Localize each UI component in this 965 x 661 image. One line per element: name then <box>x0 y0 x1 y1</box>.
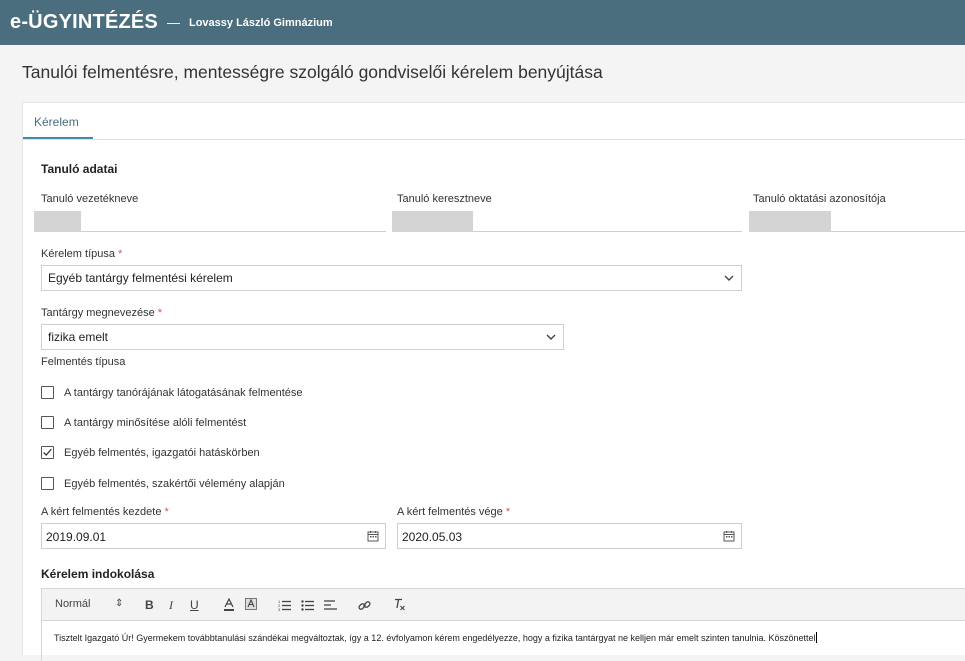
checkbox[interactable] <box>41 386 54 399</box>
start-date-value: 2019.09.01 <box>46 530 107 544</box>
required-mark: * <box>164 506 169 518</box>
start-date-input[interactable]: 2019.09.01 <box>41 523 386 549</box>
request-type-label-text: Kérelem típusa <box>41 248 115 260</box>
ordered-list-icon[interactable]: 123 <box>278 599 291 611</box>
tab-kerelem[interactable]: Kérelem <box>23 103 93 139</box>
app-header: e-ÜGYINTÉZÉS — Lovassy László Gimnázium <box>0 0 965 45</box>
clear-format-icon[interactable] <box>393 598 406 611</box>
first-name-field[interactable] <box>392 209 742 232</box>
checkbox-checked[interactable] <box>41 446 54 459</box>
exemption-option-label: A tantárgy minősítése alóli felmentést <box>64 416 247 429</box>
chevron-down-icon <box>546 334 556 340</box>
student-section-title: Tanuló adatai <box>41 162 118 176</box>
subject-label-text: Tantárgy megnevezése <box>41 307 155 319</box>
text-caret <box>815 632 817 643</box>
end-date-label: A kért felmentés vége * <box>397 506 510 518</box>
checkbox[interactable] <box>41 416 54 429</box>
italic-icon[interactable]: I <box>169 598 173 613</box>
background-color-icon[interactable] <box>245 598 257 611</box>
format-select[interactable]: Normál <box>55 598 90 610</box>
header-separator: — <box>166 15 180 30</box>
exemption-option-label: A tantárgy tanórájának látogatásának fel… <box>64 386 303 399</box>
subject-label: Tantárgy megnevezése * <box>41 307 162 319</box>
exemption-option-principal[interactable]: Egyéb felmentés, igazgatói hatáskörben <box>41 446 260 459</box>
form-card: Kérelem Tanuló adatai Tanuló vezetékneve… <box>22 102 965 661</box>
align-left-icon[interactable] <box>324 599 337 611</box>
first-name-label: Tanuló keresztneve <box>397 193 492 205</box>
start-date-label-text: A kért felmentés kezdete <box>41 506 162 518</box>
chevron-down-icon <box>724 275 734 281</box>
check-icon <box>43 448 52 456</box>
exemption-type-label: Felmentés típusa <box>41 356 126 368</box>
last-name-label: Tanuló vezetékneve <box>41 193 139 205</box>
page-title: Tanulói felmentésre, mentességre szolgál… <box>22 62 603 82</box>
start-date-label: A kért felmentés kezdete * <box>41 506 169 518</box>
required-mark: * <box>157 307 163 319</box>
app-brand[interactable]: e-ÜGYINTÉZÉS <box>10 11 158 34</box>
exemption-option-expert[interactable]: Egyéb felmentés, szakértői vélemény alap… <box>41 477 285 490</box>
link-icon[interactable] <box>358 599 371 612</box>
subject-value: fizika emelt <box>48 330 109 344</box>
education-id-label: Tanuló oktatási azonosítója <box>753 193 886 205</box>
required-mark: * <box>505 506 511 518</box>
text-color-icon[interactable] <box>223 598 235 611</box>
request-type-value: Egyéb tantárgy felmentési kérelem <box>48 271 233 285</box>
editor-toolbar: Normál ⇕ B I U 123 <box>41 588 965 621</box>
exemption-option-grading[interactable]: A tantárgy minősítése alóli felmentést <box>41 416 246 429</box>
justification-text: Tisztelt Igazgató Úr! Gyermekem továbbta… <box>54 633 816 643</box>
required-mark: * <box>118 248 123 260</box>
calendar-icon[interactable] <box>367 530 379 542</box>
end-date-input[interactable]: 2020.05.03 <box>397 523 742 549</box>
justification-section-title: Kérelem indokolása <box>41 567 155 581</box>
school-name: Lovassy László Gimnázium <box>188 16 333 29</box>
exemption-option-label: Egyéb felmentés, igazgatói hatáskörben <box>64 446 260 459</box>
request-type-label: Kérelem típusa * <box>41 248 122 260</box>
justification-editor[interactable]: Tisztelt Igazgató Úr! Gyermekem továbbta… <box>41 621 965 661</box>
last-name-field[interactable] <box>34 209 386 232</box>
redacted-value <box>34 211 81 232</box>
end-date-value: 2020.05.03 <box>402 530 463 544</box>
bold-icon[interactable]: B <box>145 598 154 612</box>
format-select-arrows-icon[interactable]: ⇕ <box>115 598 123 609</box>
subject-select[interactable]: fizika emelt <box>41 324 564 350</box>
calendar-icon[interactable] <box>723 530 735 542</box>
checkbox[interactable] <box>41 477 54 490</box>
tab-divider <box>23 139 965 140</box>
end-date-label-text: A kért felmentés vége <box>397 506 503 518</box>
exemption-option-attendance[interactable]: A tantárgy tanórájának látogatásának fel… <box>41 386 303 399</box>
request-type-select[interactable]: Egyéb tantárgy felmentési kérelem <box>41 265 742 291</box>
redacted-value <box>749 211 831 232</box>
bullet-list-icon[interactable] <box>301 599 314 611</box>
svg-text:3: 3 <box>278 607 281 611</box>
exemption-option-label: Egyéb felmentés, szakértői vélemény alap… <box>64 477 285 490</box>
underline-icon[interactable]: U <box>190 598 199 612</box>
redacted-value <box>392 211 473 232</box>
education-id-field[interactable] <box>749 209 965 232</box>
